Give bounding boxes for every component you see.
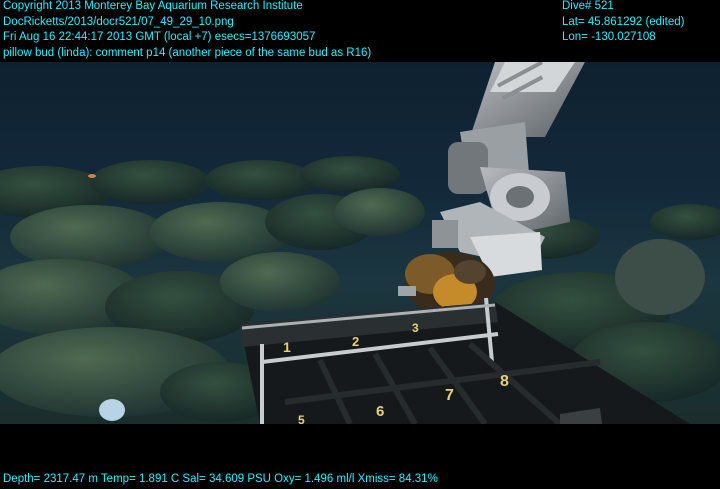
overlay-bottom: Depth= 2317.47 m Temp= 1.891 C Sal= 34.6… <box>3 473 438 489</box>
overlay-top-left: Copyright 2013 Monterey Bay Aquarium Res… <box>3 0 371 62</box>
image-path-line: DocRicketts/2013/docr521/07_49_29_10.png <box>3 15 234 28</box>
timestamp-line: Fri Aug 16 22:44:17 2013 GMT (local +7) … <box>3 31 316 43</box>
crate-number-3: 3 <box>412 321 419 335</box>
crate-number-7: 7 <box>445 387 454 404</box>
sensor-readout: Depth= 2317.47 m Temp= 1.891 C Sal= 34.6… <box>3 473 438 485</box>
dive-number: Dive# 521 <box>562 0 614 12</box>
fish <box>88 174 96 178</box>
copyright-line: Copyright 2013 Monterey Bay Aquarium Res… <box>3 0 303 12</box>
overlay-top-right: Dive# 521 Lat= 45.861292 (edited) Lon= -… <box>562 0 684 47</box>
crate-number-6: 6 <box>376 403 384 420</box>
white-organism <box>99 399 125 421</box>
crate-number-1: 1 <box>283 339 291 355</box>
longitude: Lon= -130.027108 <box>562 31 656 43</box>
comment-line: pillow bud (linda): comment p14 (another… <box>3 46 372 59</box>
seafloor-photo: 1 2 3 6 7 8 5 <box>0 62 720 424</box>
crate-number-5: 5 <box>298 413 305 424</box>
crate-number-8: 8 <box>500 373 509 390</box>
video-frame: 1 2 3 6 7 8 5 Copyright 2013 Monterey Ba… <box>0 0 720 486</box>
latitude: Lat= 45.861292 (edited) <box>562 15 685 28</box>
crate-number-2: 2 <box>352 334 359 349</box>
